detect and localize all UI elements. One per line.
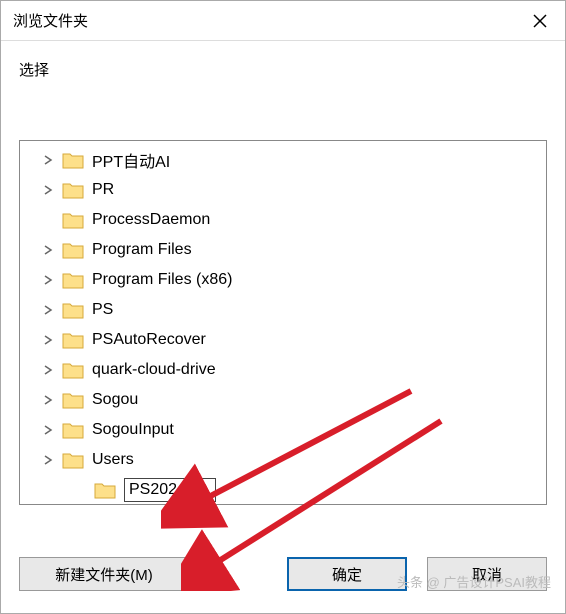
folder-label: Users	[92, 451, 134, 469]
titlebar: 浏览文件夹	[1, 1, 565, 41]
chevron-right-icon[interactable]	[40, 242, 56, 258]
folder-label: ProcessDaemon	[92, 211, 210, 229]
tree-row[interactable]: ProcessDaemon	[20, 205, 546, 235]
dialog-title: 浏览文件夹	[13, 10, 515, 31]
folder-label: PPT自动AI	[92, 148, 170, 172]
tree-row[interactable]: PR	[20, 175, 546, 205]
tree-row[interactable]: Program Files	[20, 235, 546, 265]
folder-label: Program Files (x86)	[92, 271, 232, 289]
folder-label: Sogou	[92, 391, 138, 409]
folder-icon	[94, 481, 116, 499]
folder-label: PR	[92, 181, 114, 199]
browse-folder-dialog: 浏览文件夹 选择 PPT自动AI PR	[0, 0, 566, 614]
watermark-text: 头条 @ 广告设计PSAI教程	[397, 572, 551, 591]
folder-label: PSAutoRecover	[92, 331, 206, 349]
tree-row[interactable]: PSAutoRecover	[20, 325, 546, 355]
folder-tree-container: PPT自动AI PR ProcessDaemon Program Files	[19, 140, 547, 505]
dialog-body: 选择 PPT自动AI PR ProcessDaemon	[1, 41, 565, 539]
close-icon	[533, 14, 547, 28]
chevron-right-icon[interactable]	[40, 272, 56, 288]
watermark: 头条 @ 广告设计PSAI教程	[397, 572, 551, 591]
chevron-right-icon[interactable]	[40, 302, 56, 318]
folder-icon	[62, 421, 84, 439]
chevron-right-icon[interactable]	[40, 182, 56, 198]
tree-row[interactable]: SogouInput	[20, 415, 546, 445]
folder-icon	[62, 301, 84, 319]
folder-icon	[62, 331, 84, 349]
tree-row[interactable]: Sogou	[20, 385, 546, 415]
tree-row[interactable]: PS	[20, 295, 546, 325]
folder-icon	[62, 391, 84, 409]
chevron-right-icon[interactable]	[40, 422, 56, 438]
tree-row-editing[interactable]	[20, 475, 546, 504]
folder-label: quark-cloud-drive	[92, 361, 216, 379]
tree-row[interactable]: Users	[20, 445, 546, 475]
chevron-right-icon[interactable]	[40, 362, 56, 378]
prompt-label: 选择	[19, 59, 547, 80]
folder-name-input[interactable]	[124, 478, 216, 502]
chevron-right-icon[interactable]	[40, 452, 56, 468]
folder-icon	[62, 361, 84, 379]
folder-label: PS	[92, 301, 113, 319]
folder-label: Program Files	[92, 241, 192, 259]
close-button[interactable]	[515, 1, 565, 41]
chevron-right-icon[interactable]	[40, 152, 56, 168]
chevron-right-icon[interactable]	[40, 332, 56, 348]
folder-icon	[62, 451, 84, 469]
tree-row[interactable]: quark-cloud-drive	[20, 355, 546, 385]
tree-row[interactable]: PPT自动AI	[20, 145, 546, 175]
folder-icon	[62, 271, 84, 289]
chevron-right-icon[interactable]	[40, 392, 56, 408]
folder-icon	[62, 211, 84, 229]
folder-label: SogouInput	[92, 421, 174, 439]
folder-icon	[62, 151, 84, 169]
folder-tree[interactable]: PPT自动AI PR ProcessDaemon Program Files	[20, 141, 546, 504]
folder-icon	[62, 241, 84, 259]
folder-icon	[62, 181, 84, 199]
tree-row[interactable]: Program Files (x86)	[20, 265, 546, 295]
new-folder-button[interactable]: 新建文件夹(M)	[19, 557, 189, 591]
ok-button[interactable]: 确定	[287, 557, 407, 591]
